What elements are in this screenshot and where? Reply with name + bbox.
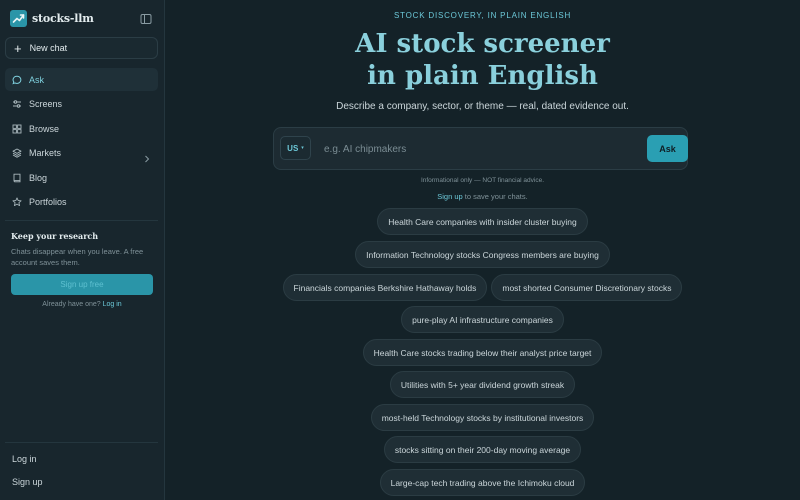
sliders-icon <box>12 99 22 109</box>
divider <box>5 442 158 443</box>
suggestion-chip[interactable]: most-held Technology stocks by instituti… <box>370 404 595 431</box>
sidebar-item-browse[interactable]: Browse <box>5 117 158 140</box>
research-text: Chats disappear when you leave. A free a… <box>11 247 144 267</box>
suggestion-row: Health Care companies with insider clust… <box>165 208 800 235</box>
sidebar-nav: Ask Screens Browse Markets Blog Portfoli… <box>5 68 158 215</box>
chevron-down-icon: ▾ <box>301 145 304 151</box>
suggestion-row: Information Technology stocks Congress m… <box>165 241 800 268</box>
research-promo: Keep your research Chats disappear when … <box>11 231 156 268</box>
suggestion-chip[interactable]: stocks sitting on their 200-day moving a… <box>383 436 582 463</box>
trend-up-icon <box>10 9 27 27</box>
sidebar-item-markets[interactable]: Markets <box>5 142 158 165</box>
book-icon <box>12 173 22 183</box>
suggestion-row: Utilities with 5+ year dividend growth s… <box>165 371 800 398</box>
login-link[interactable]: Log in <box>12 454 37 464</box>
suggestion-chip[interactable]: most shorted Consumer Discretionary stoc… <box>491 274 683 301</box>
suggestion-chip[interactable]: Health Care companies with insider clust… <box>377 208 588 235</box>
suggestion-row: Large-cap tech trading above the Ichimok… <box>165 469 800 496</box>
suggestion-row: Health Care stocks trading below their a… <box>165 339 800 366</box>
suggestion-chip[interactable]: Health Care stocks trading below their a… <box>362 339 603 366</box>
signup-note: Sign up to save your chats. <box>165 192 800 201</box>
sidebar-toggle-icon[interactable] <box>140 12 152 24</box>
suggestion-chip[interactable]: Large-cap tech trading above the Ichimok… <box>379 469 586 496</box>
new-chat-button[interactable]: + New chat <box>5 37 158 59</box>
divider <box>5 220 158 221</box>
sidebar: stocks-llm + New chat Ask Screens Browse <box>0 0 165 500</box>
layers-icon <box>12 148 22 158</box>
have-account-label: Already have one? <box>42 301 101 308</box>
country-select[interactable]: US ▾ <box>280 136 311 160</box>
sidebar-item-ask[interactable]: Ask <box>5 68 158 91</box>
have-account-text: Already have one? Log in <box>11 301 153 308</box>
search-bar: US ▾ Ask <box>273 127 688 170</box>
brand-name: stocks-llm <box>32 11 94 25</box>
sidebar-item-label: Browse <box>29 123 60 134</box>
sidebar-item-portfolios[interactable]: Portfolios <box>5 191 158 214</box>
sidebar-item-label: Markets <box>29 148 62 158</box>
sidebar-item-screens[interactable]: Screens <box>5 93 158 116</box>
chat-bubble-icon <box>12 75 22 85</box>
grid-icon <box>12 124 22 134</box>
title-line-2: in plain English <box>367 61 598 91</box>
page-title: AI stock screener in plain English <box>165 28 800 92</box>
suggestion-row: pure-play AI infrastructure companies <box>165 306 800 333</box>
signup-link[interactable]: Sign up <box>12 477 43 487</box>
suggestion-row: Financials companies Berkshire Hathaway … <box>165 274 800 301</box>
signup-note-text: to save your chats. <box>462 192 528 201</box>
country-value: US <box>287 143 299 153</box>
eyebrow-text: Stock discovery, in plain English <box>393 11 572 20</box>
new-chat-label: New chat <box>29 43 68 53</box>
ask-button[interactable]: Ask <box>647 135 688 162</box>
suggestion-chip[interactable]: pure-play AI infrastructure companies <box>401 306 564 333</box>
sidebar-item-blog[interactable]: Blog <box>5 166 158 189</box>
main-content: Stock discovery, in plain English AI sto… <box>165 0 800 500</box>
sidebar-item-label: Screens <box>29 99 63 109</box>
sidebar-login-link[interactable]: Log in <box>103 301 122 308</box>
disclaimer: Informational only — NOT financial advic… <box>420 177 545 184</box>
sidebar-item-label: Blog <box>29 172 48 183</box>
chevron-right-icon <box>144 150 150 168</box>
suggestion-chip[interactable]: Financials companies Berkshire Hathaway … <box>282 274 488 301</box>
search-input[interactable] <box>324 138 624 160</box>
suggestion-row: stocks sitting on their 200-day moving a… <box>165 436 800 463</box>
title-line-1: AI stock screener <box>355 29 610 59</box>
suggestion-chip[interactable]: Utilities with 5+ year dividend growth s… <box>389 371 576 398</box>
research-title: Keep your research <box>11 231 99 241</box>
brand[interactable]: stocks-llm <box>10 9 94 27</box>
page-subtitle: Describe a company, sector, or theme — r… <box>336 101 629 112</box>
star-icon <box>12 197 22 207</box>
sign-up-free-button[interactable]: Sign up free <box>11 274 153 295</box>
sidebar-item-label: Ask <box>29 74 45 85</box>
sidebar-item-label: Portfolios <box>29 197 67 207</box>
plus-icon: + <box>14 40 22 56</box>
suggestion-chip[interactable]: Information Technology stocks Congress m… <box>355 241 610 268</box>
signup-note-link[interactable]: Sign up <box>437 192 462 201</box>
suggestion-row: most-held Technology stocks by instituti… <box>165 404 800 431</box>
